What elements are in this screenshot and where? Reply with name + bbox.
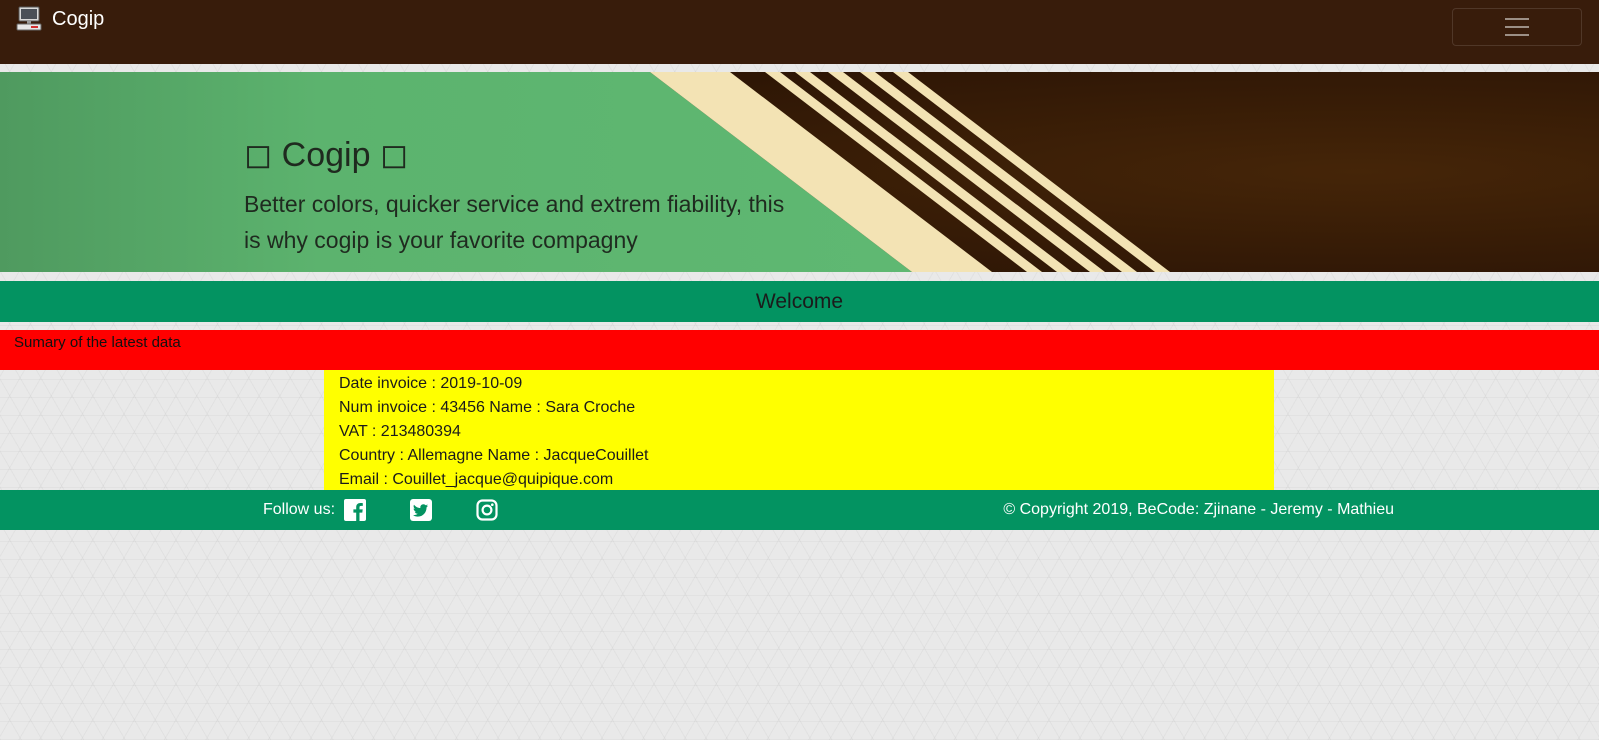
hero-title: ◻ Cogip ◻ <box>244 136 409 174</box>
company-country-name: Country : Allemagne Name : JacqueCouille… <box>339 447 649 464</box>
contact-email: Email : Couillet_jacque@quipique.com <box>339 471 614 488</box>
welcome-heading: Welcome <box>755 289 844 313</box>
summary-bar: Sumary of the latest data <box>0 330 1599 370</box>
welcome-bar: Welcome <box>0 281 1599 322</box>
summary-title: Sumary of the latest data <box>14 334 181 351</box>
top-navbar: Cogip <box>0 0 1599 64</box>
hero-subtitle: Better colors, quicker service and extre… <box>244 191 785 253</box>
copyright-text: © Copyright 2019, BeCode: Zjinane - Jere… <box>1003 501 1394 518</box>
navbar-toggle-button[interactable] <box>1452 8 1582 46</box>
brand-name: Cogip <box>52 7 105 30</box>
follow-label: Follow us: <box>263 501 336 518</box>
invoice-number-name: Num invoice : 43456 Name : Sara Croche <box>339 399 636 416</box>
hero-banner: ◻ Cogip ◻ Better colors, quicker service… <box>0 72 1599 272</box>
company-vat: VAT : 213480394 <box>339 423 461 440</box>
invoice-date: Date invoice : 2019-10-09 <box>339 375 523 392</box>
instagram-icon[interactable] <box>476 499 498 521</box>
brand-link[interactable]: Cogip <box>16 6 104 32</box>
twitter-icon[interactable] <box>410 499 432 521</box>
hamburger-menu-icon <box>1505 18 1529 36</box>
latest-data-panel: Date invoice : 2019-10-09 Num invoice : … <box>324 370 1274 490</box>
footer: Follow us: © Copyright 2019, BeCode: Zji… <box>0 490 1599 530</box>
computer-icon <box>16 6 42 31</box>
facebook-icon[interactable] <box>344 499 366 521</box>
